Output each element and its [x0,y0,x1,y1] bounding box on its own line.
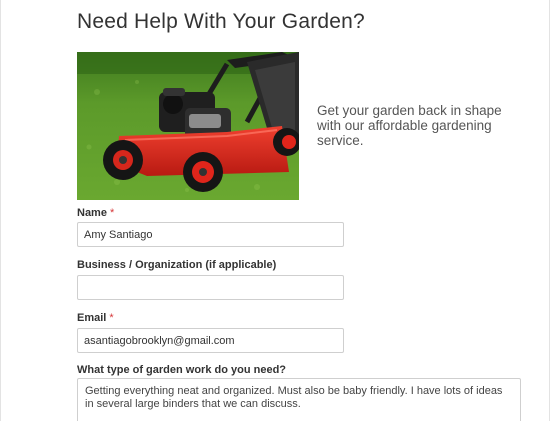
business-label-text: Business / Organization (if applicable) [77,259,277,271]
business-input[interactable] [77,275,344,300]
name-required-marker: * [110,207,115,219]
work-type-label-text: What type of garden work do you need? [77,364,287,376]
lawn-mower-image [77,52,299,200]
work-type-label: What type of garden work do you need? [77,364,286,376]
name-label: Name * [77,207,114,219]
name-label-text: Name [77,207,107,219]
form-title: Need Help With Your Garden? [77,10,365,33]
form-intro-text: Get your garden back in shape with our a… [317,103,502,148]
lawn-mower-illustration [77,52,299,200]
work-type-textarea[interactable]: Getting everything neat and organized. M… [77,378,521,421]
email-label-text: Email [77,312,107,324]
garden-help-form: Need Help With Your Garden? Get your gar… [0,0,550,421]
email-input[interactable] [77,328,344,353]
business-label: Business / Organization (if applicable) [77,259,276,271]
email-label: Email * [77,312,114,324]
email-required-marker: * [109,312,114,324]
name-input[interactable] [77,222,344,247]
